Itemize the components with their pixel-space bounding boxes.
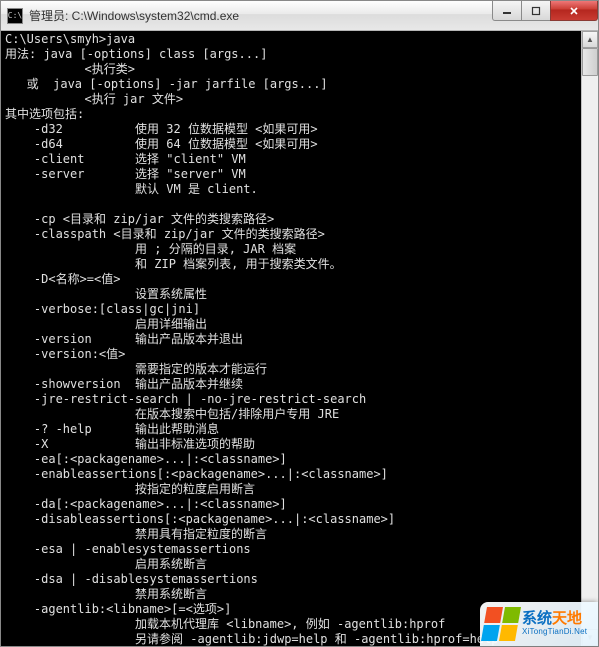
maximize-icon [531,6,541,16]
scroll-track[interactable] [582,48,598,629]
close-button[interactable] [550,1,598,21]
minimize-button[interactable] [492,1,522,21]
minimize-icon [502,6,512,16]
watermark-text: 系统天地 XiTongTianDi.Net [522,611,587,636]
scroll-thumb[interactable] [582,48,598,76]
scroll-up-button[interactable]: ▲ [582,31,598,48]
cmd-icon: C:\ [7,8,23,24]
close-icon [569,6,579,16]
titlebar[interactable]: C:\ 管理员: C:\Windows\system32\cmd.exe [1,1,598,31]
watermark-logo-icon [481,607,521,641]
maximize-button[interactable] [521,1,551,21]
terminal-output[interactable]: C:\Users\smyh>java 用法: java [-options] c… [1,31,598,646]
watermark: 系统天地 XiTongTianDi.Net [480,602,598,646]
vertical-scrollbar[interactable]: ▲ ▼ [581,31,598,646]
window-controls [493,1,598,21]
